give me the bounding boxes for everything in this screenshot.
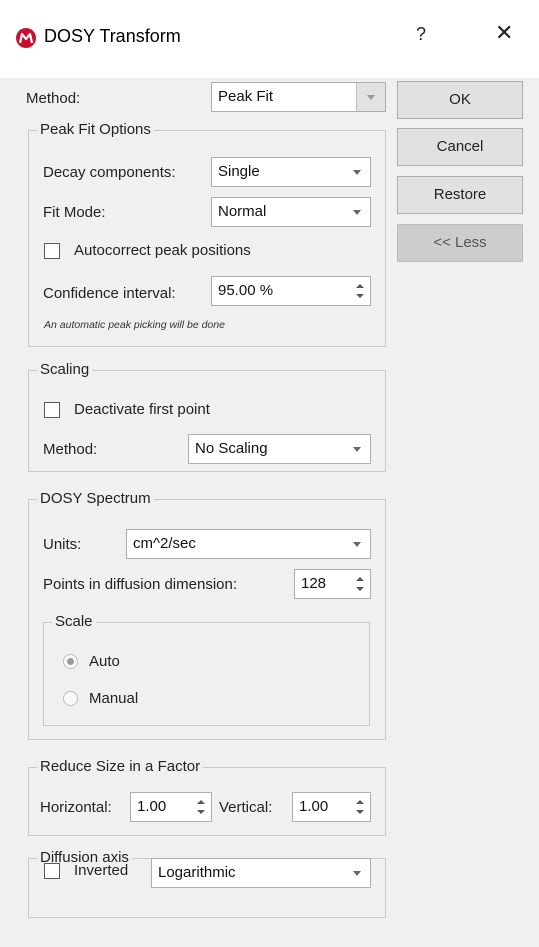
fit-mode-select[interactable]: Normal: [211, 197, 371, 227]
horizontal-label: Horizontal:: [40, 799, 112, 816]
vertical-label: Vertical:: [219, 799, 273, 816]
spin-arrows-icon[interactable]: [355, 576, 365, 594]
decay-components-value: Single: [218, 163, 260, 180]
scaling-method-value: No Scaling: [195, 440, 268, 457]
horizontal-value: 1.00: [137, 798, 167, 815]
spin-arrows-icon[interactable]: [196, 799, 206, 817]
confidence-interval-value: 95.00 %: [218, 282, 274, 299]
less-button[interactable]: << Less: [397, 224, 523, 262]
deactivate-first-point-checkbox[interactable]: [44, 402, 60, 418]
peak-picking-note: An automatic peak picking will be done: [44, 319, 225, 331]
spin-arrows-icon[interactable]: [355, 799, 365, 817]
method-value: Peak Fit: [218, 88, 274, 105]
scale-manual-radio[interactable]: [63, 691, 78, 706]
title-bar: DOSY Transform ? ✕: [0, 0, 539, 78]
help-button[interactable]: ?: [416, 24, 426, 45]
horizontal-spinbox[interactable]: 1.00: [130, 792, 212, 822]
chevron-down-icon: [353, 542, 361, 547]
scale-auto-label: Auto: [89, 653, 120, 670]
window-title: DOSY Transform: [44, 26, 181, 46]
decay-components-select[interactable]: Single: [211, 157, 371, 187]
scale-title: Scale: [52, 613, 96, 631]
method-label: Method:: [26, 90, 81, 107]
spin-arrows-icon[interactable]: [355, 283, 365, 301]
ok-button[interactable]: OK: [397, 81, 523, 119]
vertical-spinbox[interactable]: 1.00: [292, 792, 371, 822]
inverted-checkbox[interactable]: [44, 863, 60, 879]
points-in-diffusion-dimension-label: Points in diffusion dimension:: [43, 576, 238, 593]
method-select[interactable]: Peak Fit: [211, 82, 386, 112]
inverted-label: Inverted: [74, 862, 129, 879]
peak-fit-options-title: Peak Fit Options: [37, 121, 154, 139]
chevron-down-icon: [353, 447, 361, 452]
confidence-interval-spinbox[interactable]: 95.00 %: [211, 276, 371, 306]
reduce-size-title: Reduce Size in a Factor: [37, 758, 204, 776]
fit-mode-label: Fit Mode:: [43, 204, 106, 221]
scale-auto-radio[interactable]: [63, 654, 78, 669]
autocorrect-peak-positions-label: Autocorrect peak positions: [74, 242, 251, 259]
chevron-down-icon: [367, 95, 375, 100]
autocorrect-peak-positions-checkbox[interactable]: [44, 243, 60, 259]
scale-group: Scale: [43, 613, 370, 726]
units-value: cm^2/sec: [133, 535, 196, 552]
restore-button[interactable]: Restore: [397, 176, 523, 214]
fit-mode-value: Normal: [218, 203, 267, 220]
confidence-interval-label: Confidence interval:: [43, 285, 176, 302]
diffusion-axis-scale-select[interactable]: Logarithmic: [151, 858, 371, 888]
deactivate-first-point-label: Deactivate first point: [74, 401, 210, 418]
scale-manual-label: Manual: [89, 690, 139, 707]
points-in-diffusion-dimension-spinbox[interactable]: 128: [294, 569, 371, 599]
scaling-title: Scaling: [37, 361, 93, 379]
units-select[interactable]: cm^2/sec: [126, 529, 371, 559]
scaling-method-select[interactable]: No Scaling: [188, 434, 371, 464]
method-dropdown-button[interactable]: [356, 83, 385, 111]
vertical-value: 1.00: [299, 798, 329, 815]
diffusion-axis-scale-value: Logarithmic: [158, 864, 236, 881]
dosy-spectrum-title: DOSY Spectrum: [37, 490, 154, 508]
decay-components-label: Decay components:: [43, 164, 176, 181]
cancel-button[interactable]: Cancel: [397, 128, 523, 166]
chevron-down-icon: [353, 871, 361, 876]
mestrenova-logo-icon: [16, 28, 36, 48]
close-button[interactable]: ✕: [495, 22, 513, 44]
chevron-down-icon: [353, 210, 361, 215]
units-label: Units:: [43, 536, 82, 553]
chevron-down-icon: [353, 170, 361, 175]
scaling-method-label: Method:: [43, 441, 98, 458]
points-in-diffusion-dimension-value: 128: [301, 575, 327, 592]
